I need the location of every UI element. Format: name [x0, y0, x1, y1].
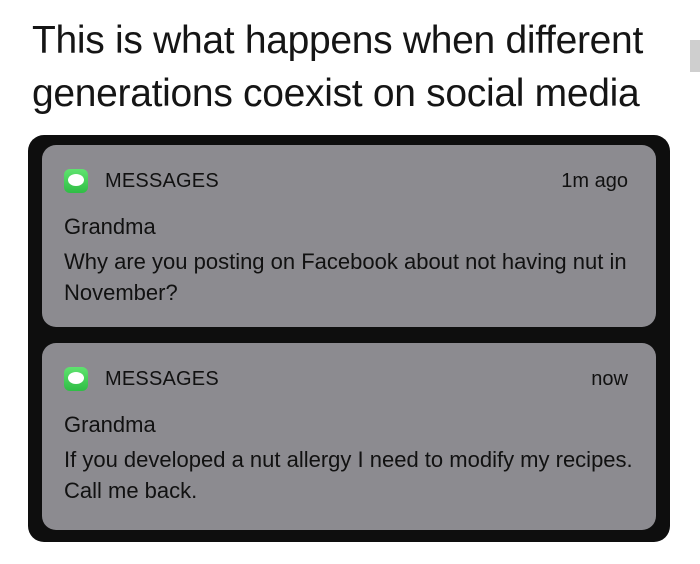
caption-line-2: generations coexist on social media: [32, 72, 640, 115]
notification-app-name: MESSAGES: [105, 170, 219, 192]
edge-scroll-mark: [690, 40, 700, 72]
meme-caption: This is what happens when different gene…: [32, 14, 672, 120]
notification-app-name: MESSAGES: [105, 368, 219, 390]
messages-app-icon: [64, 169, 88, 193]
notification-time: now: [591, 368, 628, 390]
messages-app-icon: [64, 367, 88, 391]
caption-line-1: This is what happens when different: [32, 19, 643, 62]
notification-message: Why are you posting on Facebook about no…: [64, 249, 627, 305]
notification-sender: Grandma: [64, 412, 156, 437]
notification-time: 1m ago: [561, 170, 628, 192]
notification-message: If you developed a nut allergy I need to…: [64, 447, 633, 503]
notification-header: MESSAGES 1m ago: [42, 145, 656, 212]
notification-stack: MESSAGES 1m ago Grandma Why are you post…: [28, 135, 670, 542]
message-notification-2[interactable]: MESSAGES now Grandma If you developed a …: [42, 343, 656, 530]
notification-header: MESSAGES now: [42, 343, 656, 410]
notification-sender: Grandma: [64, 214, 156, 239]
message-notification-1[interactable]: MESSAGES 1m ago Grandma Why are you post…: [42, 145, 656, 327]
